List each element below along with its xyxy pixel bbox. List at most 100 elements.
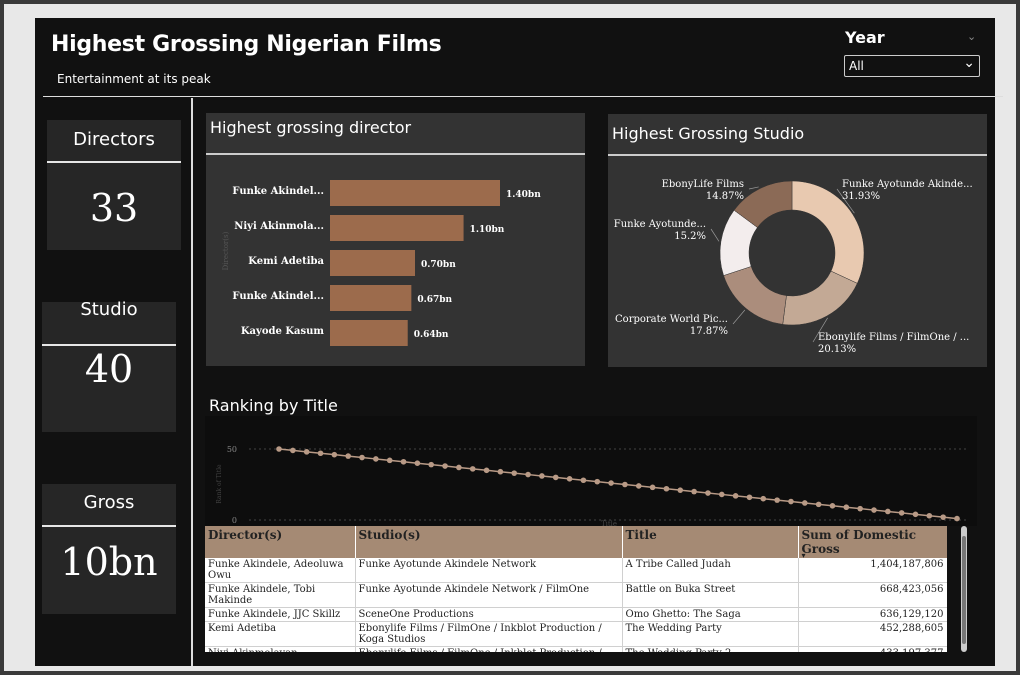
rank-point [912, 511, 919, 518]
rank-point [954, 515, 960, 522]
rank-point [552, 474, 559, 481]
table-row[interactable]: Funke Akindele, Tobi Makinde Funke Ayotun… [205, 582, 947, 608]
table-cell: The Wedding Party 2 [622, 646, 799, 652]
bar [330, 285, 412, 311]
panel-divider [206, 153, 585, 155]
donut-slice-name: Corporate World Pic... [615, 314, 728, 325]
header-divider [43, 96, 1003, 97]
card-divider [47, 161, 181, 163]
table-cell: 636,129,120 [798, 607, 947, 622]
donut-slice-name: Funke Ayotunde Akinde... [842, 179, 973, 190]
chevron-down-icon: ⌄ [963, 55, 975, 71]
table-cell: Funke Akindele, Tobi Makinde [205, 582, 356, 608]
bar-data-label: 0.67bn [417, 295, 452, 305]
bar [330, 215, 464, 241]
year-slicer-label: Year [845, 28, 885, 47]
bar-category-label: Niyi Akinmola... [234, 221, 324, 232]
rank-point [622, 481, 628, 488]
rank-point [635, 483, 642, 489]
rank-point [414, 460, 421, 466]
chevron-down-icon[interactable]: ⌄ [967, 30, 976, 43]
rank-point [497, 468, 504, 475]
rank-point [663, 485, 670, 492]
director-bar-chart-panel: Highest grossing director Director(s) Fun… [206, 113, 585, 366]
rank-point [774, 497, 780, 503]
table-row[interactable]: Niyi AkinmolayanEbonylife Films / FilmOn… [205, 646, 947, 652]
column-header[interactable]: Director(s) [205, 526, 356, 558]
table-cell: 668,423,056 [798, 582, 947, 608]
table-cell: Ebonylife Films / FilmOne / Inkblot Prod… [355, 646, 623, 652]
rank-point [732, 493, 739, 499]
donut-slice [782, 270, 858, 326]
donut-chart-title: Highest Grossing Studio [612, 124, 805, 143]
gross-card-value: 10bn [60, 540, 158, 584]
bar-category-label: Kayode Kasum [241, 326, 325, 337]
gross-card: Gross 10bn [42, 484, 176, 614]
rank-point [373, 456, 379, 462]
rank-point [483, 467, 490, 474]
table-scrollbar[interactable] [961, 526, 967, 652]
card-divider [42, 344, 176, 346]
bar-data-label: 0.64bn [414, 330, 449, 340]
donut-slice-percent: 14.87% [706, 191, 744, 202]
column-header[interactable]: Sum of Domestic Gross ▾ [798, 526, 947, 560]
bar-data-label: 1.10bn [470, 225, 505, 235]
y-tick-label: 0 [232, 516, 237, 525]
table-cell: 1,404,187,806 [798, 558, 947, 583]
rank-point [317, 450, 324, 457]
rank-point [539, 473, 545, 479]
rank-point [400, 458, 407, 465]
rank-point [290, 447, 296, 454]
table-row[interactable]: Kemi Adetiba Ebonylife Films / FilmOne / … [205, 621, 947, 647]
donut-slice-percent: 31.93% [842, 191, 880, 202]
table-cell: Funke Akindele, Adeoluwa Owu [205, 558, 356, 583]
rank-point [525, 471, 531, 478]
bar-y-axis-label: Director(s) [222, 231, 230, 270]
rank-point [801, 500, 808, 506]
rank-point [829, 503, 836, 509]
donut-slice [723, 266, 787, 325]
bar-category-label: Kemi Adetiba [248, 256, 324, 267]
bar [330, 250, 415, 276]
donut-leader-line [748, 186, 759, 190]
rank-point [871, 507, 877, 513]
rank-point [456, 464, 462, 471]
rank-point [511, 470, 518, 476]
rank-point [788, 498, 794, 505]
table-cell: Funke Ayotunde Akindele Network [355, 558, 623, 583]
bar-data-label: 0.70bn [421, 260, 456, 270]
donut-leader-line [732, 309, 746, 325]
year-dropdown[interactable]: All ⌄ [844, 55, 980, 77]
rank-point [746, 494, 753, 501]
studio-donut-panel: Highest Grossing Studio Funke Ayotunde A… [608, 114, 987, 367]
window-frame: Highest Grossing Nigerian Films Entertai… [4, 4, 1016, 671]
donut-slice-name: Ebonylife Films / FilmOne / ... [818, 332, 969, 343]
card-divider [42, 525, 176, 527]
rank-point [677, 487, 684, 493]
table-cell: Funke Ayotunde Akindele Network / FilmOn… [355, 582, 623, 608]
table-row[interactable]: Funke Akindele, JJC Skillz SceneOne Produ… [205, 607, 947, 622]
directors-card: Directors 33 [47, 120, 181, 250]
y-tick-label: 50 [227, 445, 237, 454]
bar [330, 320, 408, 346]
column-header[interactable]: Title [622, 526, 799, 558]
column-header[interactable]: Studio(s) [355, 526, 623, 558]
rank-point [428, 461, 435, 468]
donut-leader-line [710, 228, 720, 242]
studio-card-value: 40 [84, 347, 134, 391]
rank-point [345, 453, 351, 459]
sort-desc-icon[interactable]: ▾ [802, 550, 806, 560]
table-row[interactable]: Funke Akindele, Adeoluwa Owu Funke Ayotun… [205, 558, 947, 583]
rank-point [718, 491, 725, 498]
rank-point [469, 466, 476, 472]
rank-point [566, 476, 573, 482]
line-y-axis-label: Rank of Title [216, 464, 223, 504]
rank-point [857, 505, 863, 512]
donut-slice-name: EbonyLife Films [662, 179, 744, 190]
page-title: Highest Grossing Nigerian Films [51, 32, 442, 57]
dashboard: Highest Grossing Nigerian Films Entertai… [35, 18, 1003, 666]
rank-point [359, 454, 365, 461]
studio-card: Studio 40 [42, 299, 176, 432]
rank-point [843, 504, 850, 511]
scrollbar-thumb[interactable] [962, 536, 966, 644]
